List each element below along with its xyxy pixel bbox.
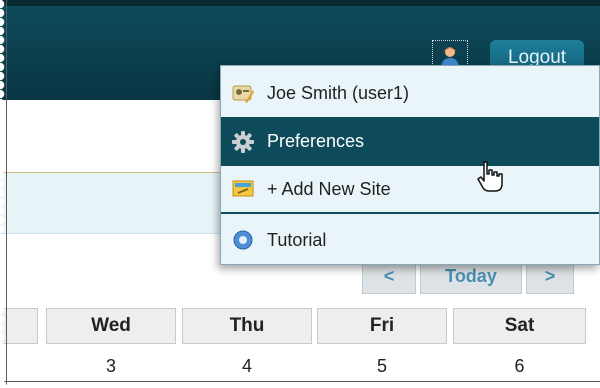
menu-item-preferences[interactable]: Preferences [221, 118, 599, 166]
day-number-fri[interactable]: 5 [317, 354, 447, 378]
day-header-sat: Sat [453, 308, 586, 344]
add-site-icon [231, 177, 255, 201]
menu-item-tutorial[interactable]: Tutorial [221, 216, 599, 264]
menu-item-label: Preferences [267, 131, 365, 151]
menu-item-label: Joe Smith (user1) [267, 83, 410, 103]
day-header-wed: Wed [46, 308, 176, 344]
day-header-thu: Thu [182, 308, 312, 344]
user-dropdown-menu: Joe Smith (user1) Preferences + Add New … [220, 65, 600, 265]
day-number-wed[interactable]: 3 [46, 354, 176, 378]
torn-edge-left-mask [0, 0, 8, 388]
profile-card-icon [231, 82, 255, 106]
gear-icon [231, 130, 255, 154]
torn-edge-bottom-mask [0, 380, 600, 388]
menu-item-label: Tutorial [267, 229, 327, 250]
menu-item-profile[interactable]: Joe Smith (user1) [221, 70, 599, 118]
hand-cursor-icon [474, 160, 508, 199]
day-header-fri: Fri [317, 308, 447, 344]
day-number-sat[interactable]: 6 [453, 354, 586, 378]
help-icon [231, 228, 255, 252]
menu-item-add-site[interactable]: + Add New Site [221, 166, 599, 214]
day-number-thu[interactable]: 4 [182, 354, 312, 378]
menu-item-label: + Add New Site [267, 178, 391, 199]
